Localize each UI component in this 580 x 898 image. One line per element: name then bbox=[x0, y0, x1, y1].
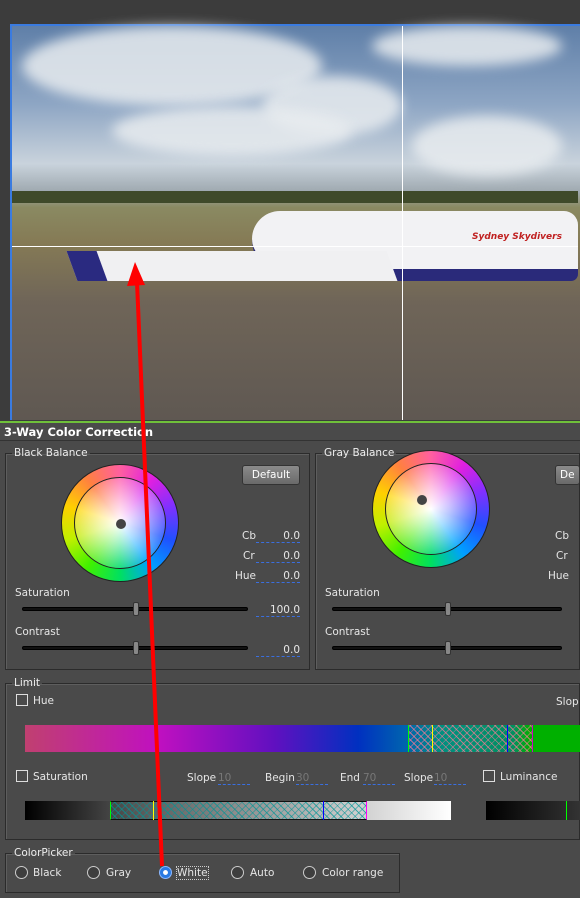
annotation-arrow bbox=[127, 262, 164, 867]
